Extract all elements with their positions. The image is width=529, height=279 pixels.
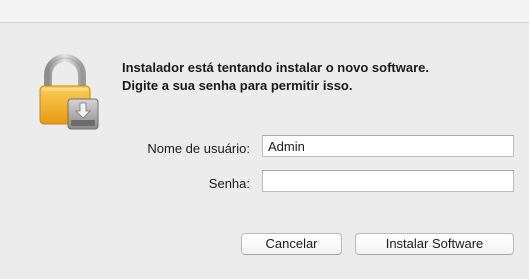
dialog-message: Instalador está tentando instalar o novo… [122, 59, 522, 95]
username-label: Nome de usuário: [147, 141, 250, 156]
message-line-2: Digite a sua senha para permitir isso. [122, 78, 353, 93]
password-label: Senha: [208, 176, 250, 191]
install-software-button[interactable]: Instalar Software [355, 233, 514, 255]
installer-icon [67, 98, 99, 130]
lock-icon [39, 54, 99, 130]
message-line-1: Instalador está tentando instalar o novo… [122, 60, 430, 75]
auth-dialog: Instalador está tentando instalar o novo… [0, 0, 529, 279]
password-field[interactable] [262, 170, 514, 192]
cancel-button[interactable]: Cancelar [241, 233, 342, 255]
dialog-titlebar[interactable] [0, 0, 529, 23]
username-field[interactable] [262, 135, 514, 157]
